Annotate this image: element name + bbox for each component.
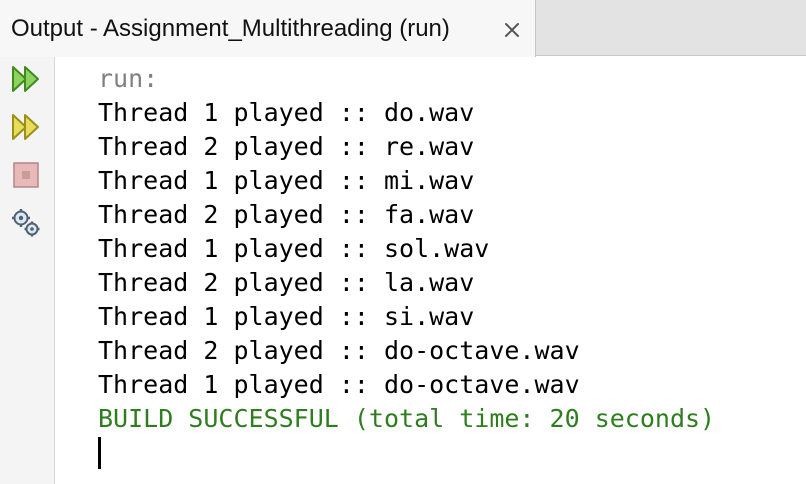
tab-title: Output - Assignment_Multithreading (run) [11,14,450,42]
output-tab[interactable]: Output - Assignment_Multithreading (run) [0,0,536,57]
console-line: Thread 1 played :: mi.wav [98,166,475,195]
settings-icon [10,207,42,243]
console-line: Thread 1 played :: sol.wav [98,234,490,263]
rerun-icon [10,63,42,99]
console-line: Thread 2 played :: do-octave.wav [98,336,580,365]
console-line: run: [98,64,159,93]
output-tab-bar: Output - Assignment_Multithreading (run) [0,0,806,57]
close-icon[interactable] [502,20,522,40]
console-line: Thread 2 played :: re.wav [98,132,475,161]
rerun-with-options-icon [10,111,42,147]
settings-button[interactable] [8,207,44,243]
stop-icon [11,160,41,194]
rerun-button[interactable] [8,63,44,99]
rerun-with-options-button[interactable] [8,111,44,147]
console-output[interactable]: run: Thread 1 played :: do.wav Thread 2 … [56,57,806,484]
console-line: Thread 2 played :: fa.wav [98,200,475,229]
console-line: Thread 1 played :: do.wav [98,98,475,127]
output-toolbar [0,57,55,484]
console-line: Thread 2 played :: la.wav [98,268,475,297]
build-status-line: BUILD SUCCESSFUL (total time: 20 seconds… [98,404,716,433]
console-line: Thread 1 played :: do-octave.wav [98,370,580,399]
text-cursor [98,437,101,469]
console-line: Thread 1 played :: si.wav [98,302,475,331]
stop-button[interactable] [8,159,44,195]
